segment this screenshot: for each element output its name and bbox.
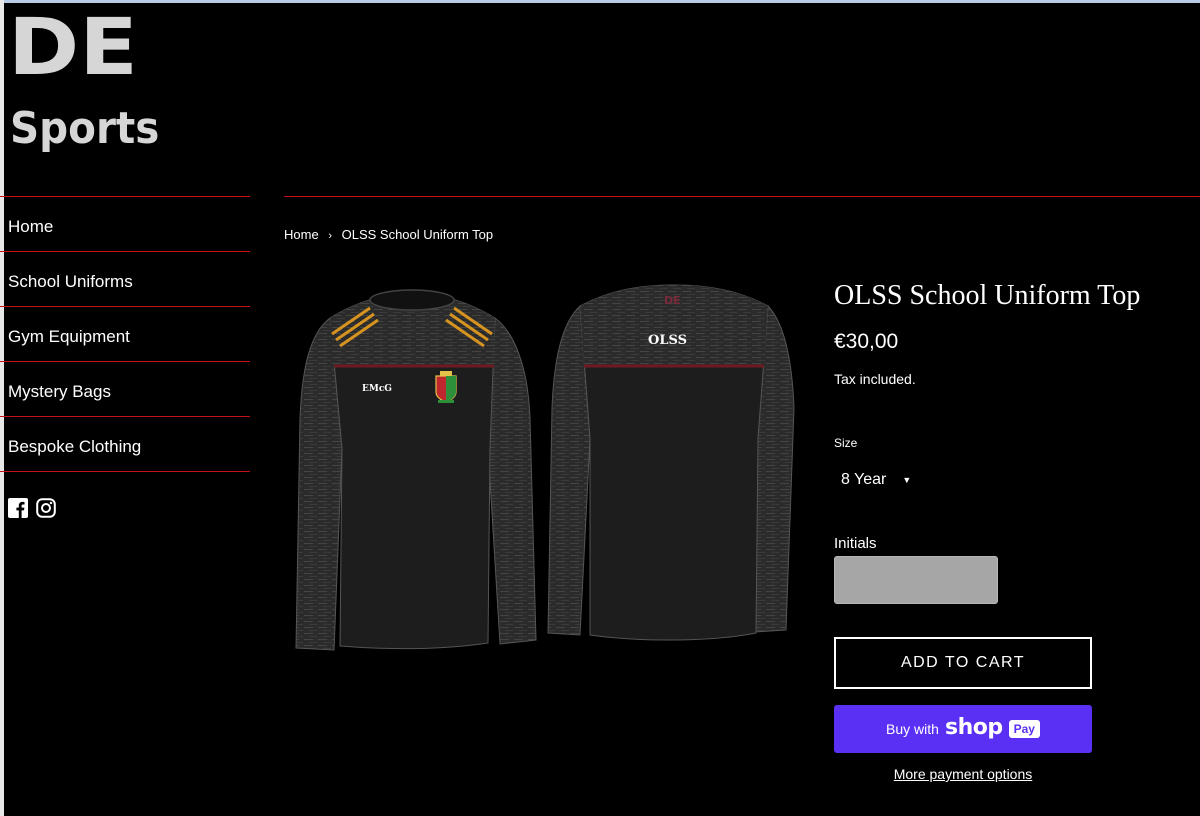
logo-text-sports: Sports <box>10 103 160 154</box>
header-divider <box>284 196 1200 197</box>
caret-down-icon: ▼ <box>902 475 912 485</box>
shop-pay-badge: Pay <box>1008 720 1040 738</box>
sidebar-nav: Home School Uniforms Gym Equipment Myste… <box>0 196 250 473</box>
nav-item-school-uniforms[interactable]: School Uniforms <box>0 251 250 306</box>
logo-text-de: DE <box>8 3 138 93</box>
nav-item-mystery-bags[interactable]: Mystery Bags <box>0 361 250 416</box>
product-title: OLSS School Uniform Top <box>834 280 1141 311</box>
back-print-text: OLSS <box>648 333 687 348</box>
shirt-back: DE OLSS <box>547 284 795 641</box>
shop-pay-buy-with: Buy with <box>886 721 939 737</box>
tax-note: Tax included. <box>834 371 916 387</box>
school-crest-icon <box>435 371 457 403</box>
size-label: Size <box>834 436 858 450</box>
nav-item-gym-equipment[interactable]: Gym Equipment <box>0 306 250 361</box>
front-initials-text: EMcG <box>362 384 392 394</box>
nav-item-home[interactable]: Home <box>0 196 250 251</box>
shirt-front: EMcG <box>295 289 537 651</box>
shop-pay-button[interactable]: Buy with shop Pay <box>834 705 1092 753</box>
product-image[interactable]: EMcG DE OLSS <box>290 278 800 663</box>
social-links <box>8 498 56 518</box>
back-logo-mark: DE <box>664 294 681 307</box>
more-payment-options-link[interactable]: More payment options <box>834 766 1092 782</box>
nav-divider <box>0 471 250 473</box>
add-to-cart-button[interactable]: ADD TO CART <box>834 637 1092 689</box>
shop-pay-logo: shop <box>944 715 1003 740</box>
breadcrumb-current: OLSS School Uniform Top <box>341 227 494 242</box>
store-logo[interactable]: DE Sports <box>8 8 168 162</box>
initials-input[interactable] <box>834 556 998 604</box>
size-select-value: 8 Year <box>841 471 887 488</box>
facebook-icon[interactable] <box>8 498 28 518</box>
nav-item-bespoke-clothing[interactable]: Bespoke Clothing <box>0 416 250 471</box>
size-select[interactable]: 8 Year ▼ <box>834 465 951 495</box>
breadcrumb-home-link[interactable]: Home <box>284 227 319 242</box>
product-price: €30,00 <box>834 330 899 353</box>
instagram-icon[interactable] <box>36 498 56 518</box>
breadcrumb: Home › OLSS School Uniform Top <box>284 227 493 242</box>
initials-label: Initials <box>834 535 877 552</box>
breadcrumb-separator: › <box>328 230 332 242</box>
browser-top-edge <box>0 0 1200 3</box>
